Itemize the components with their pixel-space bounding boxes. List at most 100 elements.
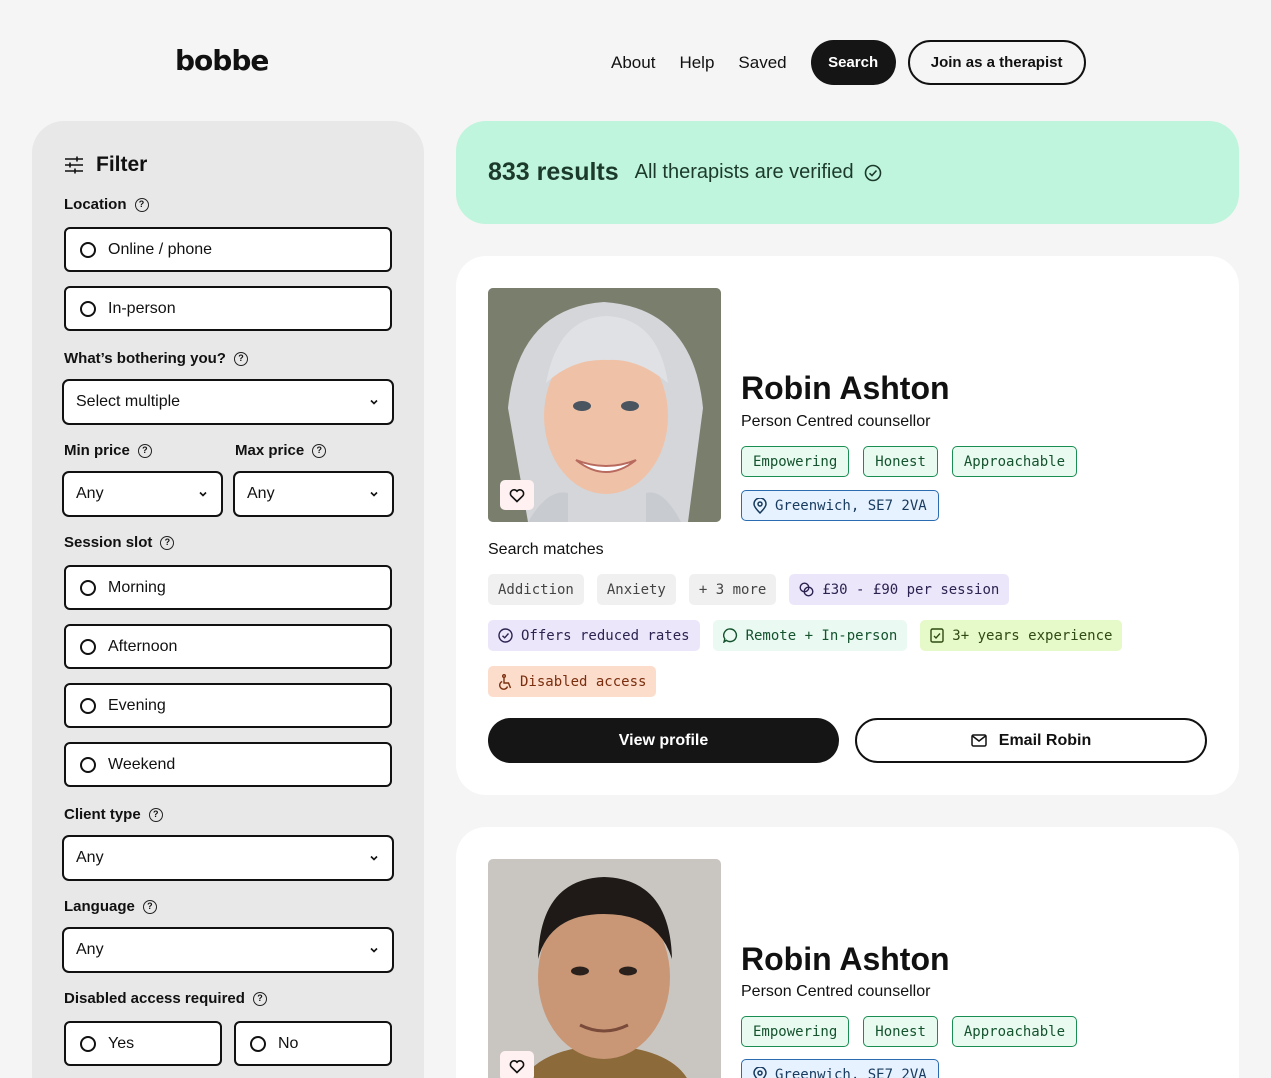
more-matches-chip[interactable]: + 3 more bbox=[688, 574, 777, 605]
search-matches-label: Search matches bbox=[488, 541, 604, 558]
language-label: Language? bbox=[64, 898, 157, 915]
trait-tag: Approachable bbox=[951, 1016, 1078, 1047]
trait-tag: Approachable bbox=[951, 446, 1078, 477]
location-inperson-option[interactable]: In-person bbox=[64, 286, 392, 331]
location-tag: Greenwich, SE7 2VA bbox=[741, 490, 939, 521]
chevron-down-icon bbox=[370, 399, 378, 405]
client-type-select[interactable]: Any bbox=[62, 835, 394, 881]
envelope-icon bbox=[971, 734, 987, 747]
max-price-select[interactable]: Any bbox=[233, 471, 394, 517]
nav-saved[interactable]: Saved bbox=[738, 53, 786, 73]
chevron-down-icon bbox=[370, 491, 378, 497]
radio-icon bbox=[80, 241, 96, 258]
trait-tags: Empowering Honest Approachable bbox=[741, 446, 1091, 477]
location-row: Greenwich, SE7 2VA bbox=[741, 490, 939, 521]
map-pin-icon bbox=[753, 497, 767, 514]
view-profile-button[interactable]: View profile bbox=[488, 718, 839, 763]
filter-heading: Filter bbox=[64, 153, 147, 177]
bothering-select[interactable]: Select multiple bbox=[62, 379, 394, 425]
session-slot-label: Session slot? bbox=[64, 534, 175, 551]
therapist-photo[interactable] bbox=[488, 859, 721, 1078]
heart-icon bbox=[509, 1059, 525, 1074]
max-price-label: Max price? bbox=[235, 442, 327, 459]
logo[interactable]: bobbe bbox=[175, 44, 269, 77]
radio-icon bbox=[250, 1035, 266, 1052]
location-tag: Greenwich, SE7 2VA bbox=[741, 1059, 939, 1078]
results-count: 833 results bbox=[488, 158, 619, 186]
therapist-role: Person Centred counsellor bbox=[741, 983, 931, 1000]
trait-tag: Empowering bbox=[741, 446, 850, 477]
client-type-label: Client type? bbox=[64, 806, 163, 823]
therapist-name[interactable]: Robin Ashton bbox=[741, 370, 950, 407]
therapist-role: Person Centred counsellor bbox=[741, 413, 931, 430]
session-afternoon-option[interactable]: Afternoon bbox=[64, 624, 392, 669]
session-mode-chip: Remote + In-person bbox=[712, 620, 908, 651]
trait-tag: Empowering bbox=[741, 1016, 850, 1047]
trait-tag: Honest bbox=[863, 446, 938, 477]
heart-icon bbox=[509, 488, 525, 503]
therapist-card: Robin Ashton Person Centred counsellor E… bbox=[456, 256, 1239, 795]
chevron-down-icon bbox=[199, 491, 207, 497]
main-nav: About Help Saved Search Join as a therap… bbox=[611, 40, 1086, 85]
match-chip: Addiction bbox=[488, 574, 584, 605]
email-therapist-button[interactable]: Email Robin bbox=[855, 718, 1207, 763]
check-circle-icon bbox=[864, 164, 881, 181]
help-icon[interactable]: ? bbox=[142, 899, 157, 914]
disabled-access-chip: Disabled access bbox=[488, 666, 657, 697]
access-chips: Disabled access bbox=[488, 666, 669, 697]
help-icon[interactable]: ? bbox=[160, 535, 175, 550]
bothering-label: What’s bothering you?? bbox=[64, 350, 248, 367]
nav-about[interactable]: About bbox=[611, 53, 655, 73]
radio-icon bbox=[80, 756, 96, 773]
radio-icon bbox=[80, 697, 96, 714]
therapist-card: Robin Ashton Person Centred counsellor E… bbox=[456, 827, 1239, 1078]
chevron-down-icon bbox=[370, 855, 378, 861]
help-icon[interactable]: ? bbox=[148, 807, 163, 822]
feature-chips: Offers reduced rates Remote + In-person … bbox=[488, 620, 1135, 651]
help-icon[interactable]: ? bbox=[233, 351, 248, 366]
help-icon[interactable]: ? bbox=[312, 443, 327, 458]
help-icon[interactable]: ? bbox=[134, 197, 149, 212]
radio-icon bbox=[80, 300, 96, 317]
session-evening-option[interactable]: Evening bbox=[64, 683, 392, 728]
language-select[interactable]: Any bbox=[62, 927, 394, 973]
session-weekend-option[interactable]: Weekend bbox=[64, 742, 392, 787]
certificate-icon bbox=[930, 628, 944, 643]
save-favorite-button[interactable] bbox=[500, 480, 534, 510]
map-pin-icon bbox=[753, 1066, 767, 1078]
therapist-name[interactable]: Robin Ashton bbox=[741, 941, 950, 978]
min-price-label: Min price? bbox=[64, 442, 152, 459]
location-online-option[interactable]: Online / phone bbox=[64, 227, 392, 272]
wheelchair-icon bbox=[499, 673, 512, 690]
coins-icon bbox=[799, 582, 814, 597]
nav-help[interactable]: Help bbox=[679, 53, 714, 73]
help-icon[interactable]: ? bbox=[137, 443, 152, 458]
results-banner: 833 results All therapists are verified bbox=[456, 121, 1239, 224]
trait-tags: Empowering Honest Approachable bbox=[741, 1016, 1091, 1047]
access-no-option[interactable]: No bbox=[234, 1021, 392, 1066]
trait-tag: Honest bbox=[863, 1016, 938, 1047]
portrait-image bbox=[488, 859, 721, 1078]
help-icon[interactable]: ? bbox=[252, 991, 267, 1006]
location-row: Greenwich, SE7 2VA bbox=[741, 1059, 939, 1078]
sliders-icon bbox=[65, 156, 83, 174]
reduced-rates-chip: Offers reduced rates bbox=[488, 620, 700, 651]
access-yes-option[interactable]: Yes bbox=[64, 1021, 222, 1066]
session-morning-option[interactable]: Morning bbox=[64, 565, 392, 610]
price-chip: £30 - £90 per session bbox=[789, 574, 1010, 605]
location-label: Location? bbox=[64, 196, 149, 213]
filter-title: Filter bbox=[96, 153, 148, 176]
radio-icon bbox=[80, 579, 96, 596]
disabled-access-label: Disabled access required? bbox=[64, 990, 267, 1007]
join-therapist-button[interactable]: Join as a therapist bbox=[907, 40, 1086, 85]
match-chip: Anxiety bbox=[596, 574, 676, 605]
min-price-select[interactable]: Any bbox=[62, 471, 223, 517]
experience-chip: 3+ years experience bbox=[920, 620, 1123, 651]
check-circle-icon bbox=[498, 628, 513, 643]
radio-icon bbox=[80, 1035, 96, 1052]
verified-note: All therapists are verified bbox=[635, 161, 882, 184]
therapist-photo[interactable] bbox=[488, 288, 721, 522]
save-favorite-button[interactable] bbox=[500, 1051, 534, 1078]
search-button[interactable]: Search bbox=[810, 40, 896, 85]
filter-sidebar: Filter Location? Online / phone In-perso… bbox=[32, 121, 424, 1078]
